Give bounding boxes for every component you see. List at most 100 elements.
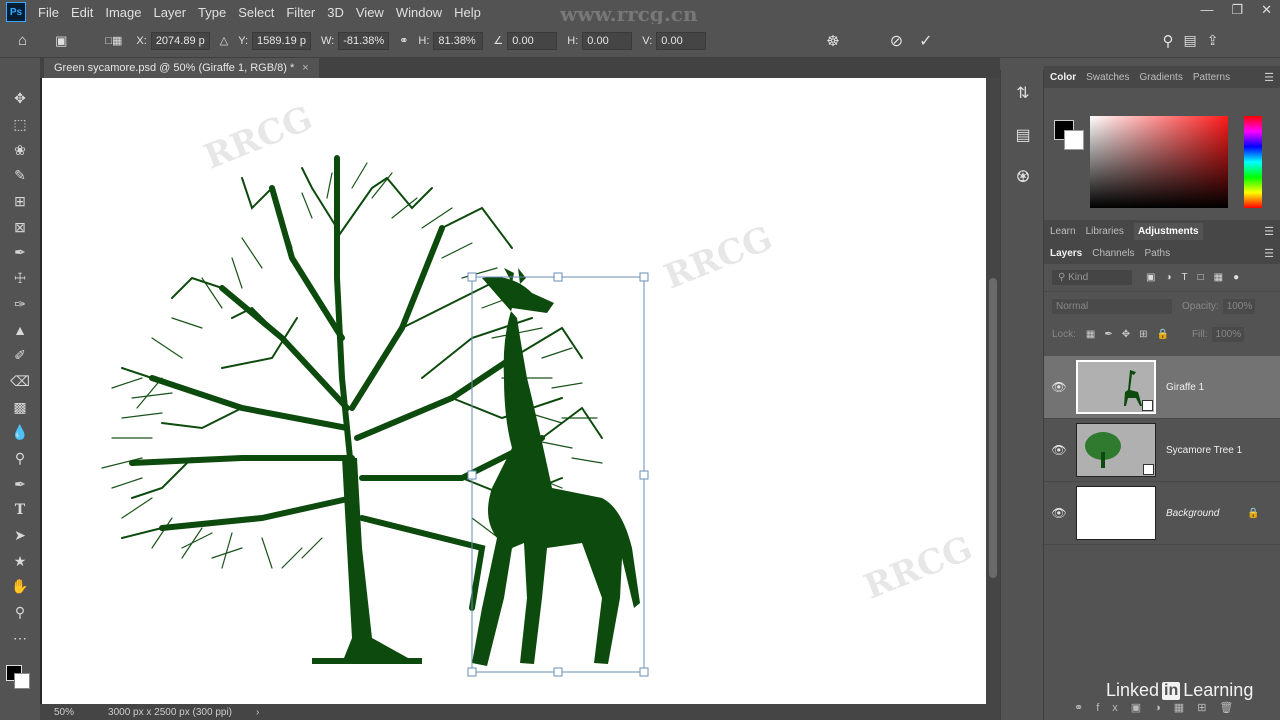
tab-learn[interactable]: Learn [1050, 226, 1076, 237]
lock-icons[interactable]: ▦✒✥⊞🔒 [1086, 329, 1178, 340]
x-position-input[interactable]: 2074.89 p [150, 31, 210, 50]
menu-layer[interactable]: Layer [148, 5, 193, 20]
menu-select[interactable]: Select [232, 5, 280, 20]
eyedropper-tool-icon[interactable]: ✒ [0, 240, 40, 266]
visibility-eye-icon[interactable]: 👁 [1044, 380, 1074, 394]
background-color-swatch[interactable] [14, 673, 30, 690]
document-tab[interactable]: Green sycamore.psd @ 50% (Giraffe 1, RGB… [44, 58, 319, 78]
tab-swatches[interactable]: Swatches [1086, 72, 1129, 83]
restore-icon[interactable]: ❐ [1231, 2, 1243, 18]
close-icon[interactable]: ✕ [1261, 2, 1272, 18]
history-brush-tool-icon[interactable]: ✐ [0, 343, 40, 369]
workspace-icon[interactable]: ▤ [1184, 32, 1197, 49]
color-swatches[interactable] [0, 651, 40, 701]
layers-footer-icons[interactable]: ⚭fx▣◑▦⊞🗑 [1074, 701, 1246, 714]
edit-toolbar-icon[interactable]: ⋯ [0, 625, 40, 651]
dodge-tool-icon[interactable]: ⚲ [0, 446, 40, 472]
object-selection-tool-icon[interactable]: ✎ [0, 163, 40, 189]
panel-menu-icon[interactable]: ☰ [1264, 71, 1274, 84]
move-tool-icon[interactable]: ✥ [0, 86, 40, 112]
gradient-tool-icon[interactable]: ▩ [0, 394, 40, 420]
layer-row-sycamore[interactable]: 👁 Sycamore Tree 1 [1044, 419, 1280, 482]
width-input[interactable]: -81.38% [338, 31, 390, 50]
type-tool-icon[interactable]: T [0, 497, 40, 523]
custom-shape-tool-icon[interactable]: ★ [0, 548, 40, 574]
tab-gradients[interactable]: Gradients [1139, 72, 1182, 83]
layer-row-giraffe[interactable]: 👁 Giraffe 1 [1044, 356, 1280, 419]
properties-panel-icon[interactable]: ⇅ [1001, 72, 1045, 114]
tab-layers[interactable]: Layers [1050, 248, 1082, 259]
history-panel-icon[interactable]: ♼ [1001, 156, 1045, 198]
eraser-tool-icon[interactable]: ⌫ [0, 369, 40, 395]
tab-patterns[interactable]: Patterns [1193, 72, 1230, 83]
transform-handle-left[interactable] [467, 470, 477, 480]
menu-type[interactable]: Type [192, 5, 232, 20]
hand-tool-icon[interactable]: ✋ [0, 574, 40, 600]
transform-handle-bottom[interactable] [553, 667, 563, 677]
filter-kind-select[interactable]: ⚲ Kind [1052, 270, 1132, 285]
brush-tool-icon[interactable]: ✑ [0, 292, 40, 318]
panel-menu-icon[interactable]: ☰ [1264, 247, 1274, 260]
layer-name[interactable]: Sycamore Tree 1 [1166, 445, 1242, 456]
home-icon[interactable]: ⌂ [18, 32, 27, 49]
status-menu-arrow-icon[interactable]: › [256, 707, 259, 718]
blur-tool-icon[interactable]: 💧 [0, 420, 40, 446]
document-canvas[interactable]: RRCG RRCG RRCG [42, 78, 986, 704]
link-proportions-icon[interactable]: ⚭ [399, 34, 408, 47]
background-color-chip[interactable] [1064, 130, 1084, 150]
color-field[interactable] [1090, 116, 1228, 208]
transform-handle-top[interactable] [553, 272, 563, 282]
cancel-transform-icon[interactable]: ⊘ [890, 31, 903, 51]
menu-help[interactable]: Help [448, 5, 487, 20]
blend-mode-select[interactable]: Normal [1052, 298, 1172, 314]
commit-transform-icon[interactable]: ✓ [919, 31, 932, 51]
clone-stamp-tool-icon[interactable]: ▲ [0, 317, 40, 343]
panel-menu-icon[interactable]: ☰ [1264, 225, 1274, 238]
tab-channels[interactable]: Channels [1092, 248, 1134, 259]
fill-input[interactable]: 100% [1211, 326, 1244, 342]
tab-color[interactable]: Color [1050, 72, 1076, 83]
transform-handle-bottom-right[interactable] [639, 667, 649, 677]
search-icon[interactable]: ⚲ [1163, 32, 1174, 50]
libraries-panel-icon[interactable]: ▤ [1001, 114, 1045, 156]
share-icon[interactable]: ⇪ [1207, 32, 1219, 49]
opacity-input[interactable]: 100% [1222, 298, 1255, 314]
frame-tool-icon[interactable]: ⊠ [0, 214, 40, 240]
tab-adjustments[interactable]: Adjustments [1133, 222, 1203, 240]
warp-mode-icon[interactable]: ☸ [826, 32, 839, 50]
menu-image[interactable]: Image [99, 5, 147, 20]
menu-file[interactable]: File [32, 5, 65, 20]
scroll-thumb[interactable] [989, 278, 997, 578]
zoom-tool-icon[interactable]: ⚲ [0, 600, 40, 626]
pen-tool-icon[interactable]: ✒ [0, 471, 40, 497]
layer-filter-icons[interactable]: ▣◑T□▦● [1146, 272, 1249, 283]
healing-brush-tool-icon[interactable]: ☩ [0, 266, 40, 292]
menu-3d[interactable]: 3D [321, 5, 350, 20]
transform-handle-top-left[interactable] [467, 272, 477, 282]
tab-paths[interactable]: Paths [1145, 248, 1171, 259]
visibility-eye-icon[interactable]: 👁 [1044, 506, 1074, 520]
layer-name[interactable]: Background [1166, 508, 1219, 519]
layer-row-background[interactable]: 👁 Background 🔒 [1044, 482, 1280, 545]
lasso-tool-icon[interactable]: ❀ [0, 137, 40, 163]
y-position-input[interactable]: 1589.19 p [252, 31, 311, 50]
zoom-level[interactable]: 50% [54, 707, 74, 718]
visibility-eye-icon[interactable]: 👁 [1044, 443, 1074, 457]
h-skew-input[interactable]: 0.00 [582, 31, 633, 50]
transform-mode-icon[interactable]: ▣ [55, 33, 67, 49]
height-input[interactable]: 81.38% [433, 31, 484, 50]
close-document-icon[interactable]: × [302, 62, 308, 74]
transform-handle-bottom-left[interactable] [467, 667, 477, 677]
menu-edit[interactable]: Edit [65, 5, 99, 20]
delta-icon[interactable]: △ [220, 34, 228, 47]
hue-slider[interactable] [1244, 116, 1262, 208]
minimize-icon[interactable]: — [1200, 2, 1213, 18]
path-selection-tool-icon[interactable]: ➤ [0, 523, 40, 549]
layer-name[interactable]: Giraffe 1 [1166, 382, 1204, 393]
marquee-tool-icon[interactable]: ⬚ [0, 112, 40, 138]
v-skew-input[interactable]: 0.00 [656, 31, 707, 50]
reference-point-icon[interactable]: □▦ [105, 34, 122, 47]
vertical-scrollbar[interactable] [986, 78, 1000, 704]
rotation-input[interactable]: 0.00 [507, 31, 558, 50]
menu-window[interactable]: Window [390, 5, 448, 20]
